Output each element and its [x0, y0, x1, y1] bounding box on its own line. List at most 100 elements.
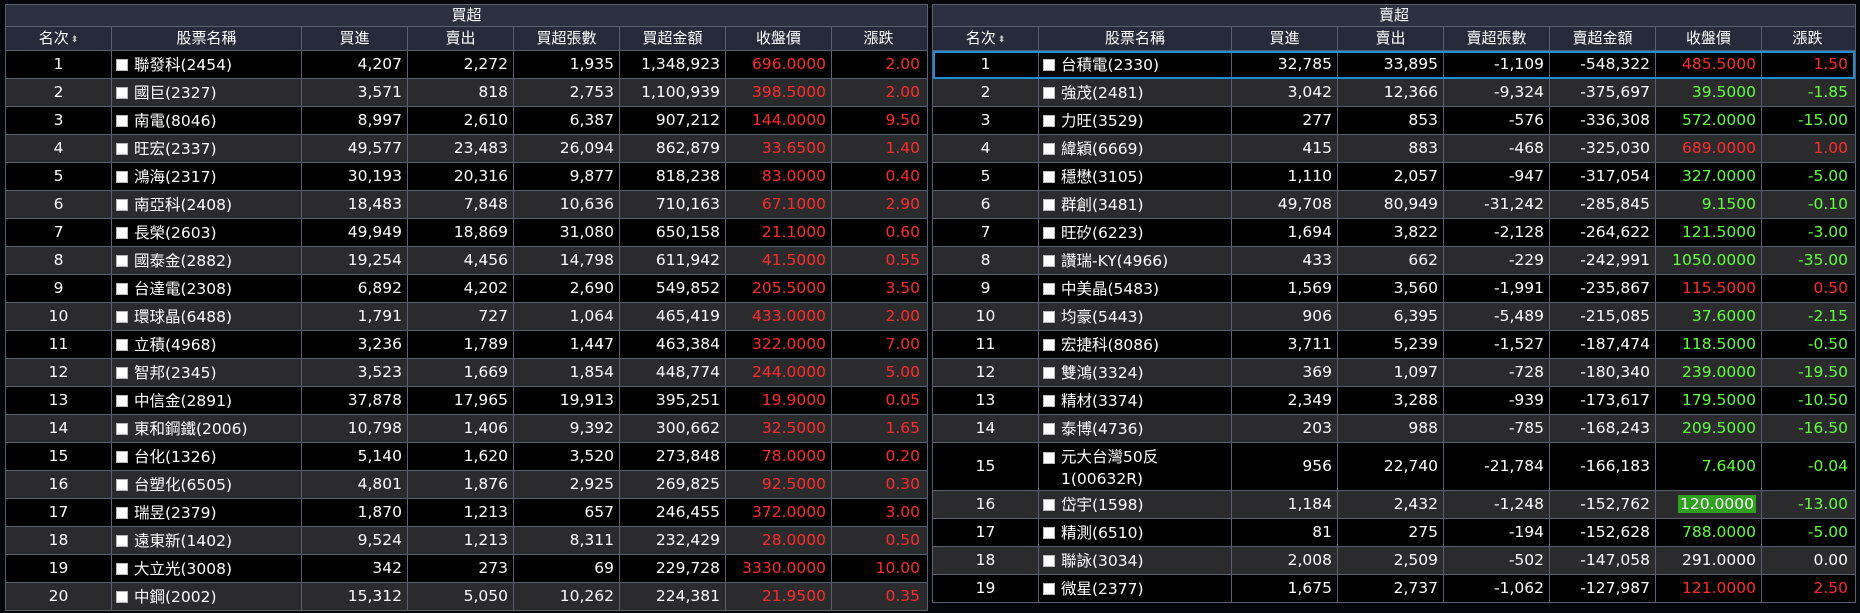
checkbox-icon[interactable]	[1043, 582, 1055, 595]
checkbox-icon[interactable]	[116, 114, 128, 127]
header-change[interactable]: 漲跌	[832, 27, 925, 50]
checkbox-icon[interactable]	[116, 282, 128, 295]
header-sell[interactable]: 賣出	[408, 27, 514, 50]
checkbox-icon[interactable]	[1043, 58, 1055, 71]
name-cell: 環球晶(6488)	[112, 303, 302, 330]
table-row[interactable]: 17 瑞昱(2379) 1,870 1,213 657 246,455 372.0000 3.…	[6, 499, 927, 527]
header-sell[interactable]: 賣出	[1338, 27, 1444, 50]
table-row[interactable]: 6 南亞科(2408) 18,483 7,848 10,636 710,163 67.100…	[6, 191, 927, 219]
table-row[interactable]: 15 台化(1326) 5,140 1,620 3,520 273,848 78.0000 0…	[6, 443, 927, 471]
table-row[interactable]: 12 雙鴻(3324) 369 1,097 -728 -180,340 239.0000 -1…	[933, 359, 1855, 387]
table-row[interactable]: 5 穩懋(3105) 1,110 2,057 -947 -317,054 327.0000 -…	[933, 163, 1855, 191]
table-row[interactable]: 19 大立光(3008) 342 273 69 229,728 3330.0000 10.00	[6, 555, 927, 583]
checkbox-icon[interactable]	[116, 394, 128, 407]
checkbox-icon[interactable]	[1043, 198, 1055, 211]
header-net-amount[interactable]: 買超金額	[620, 27, 726, 50]
table-row[interactable]: 11 立積(4968) 3,236 1,789 1,447 463,384 322.0000…	[6, 331, 927, 359]
table-row[interactable]: 11 宏捷科(8086) 3,711 5,239 -1,527 -187,474 118.5…	[933, 331, 1855, 359]
table-row[interactable]: 19 微星(2377) 1,675 2,737 -1,062 -127,987 121.00…	[933, 575, 1855, 603]
change-cell: 0.20	[832, 443, 925, 470]
checkbox-icon[interactable]	[116, 198, 128, 211]
table-row[interactable]: 7 長榮(2603) 49,949 18,869 31,080 650,158 21.100…	[6, 219, 927, 247]
table-row[interactable]: 20 中鋼(2002) 15,312 5,050 10,262 224,381 21.950…	[6, 583, 927, 611]
checkbox-icon[interactable]	[1043, 452, 1055, 464]
table-row[interactable]: 16 台塑化(6505) 4,801 1,876 2,925 269,825 92.5000…	[6, 471, 927, 499]
header-buy[interactable]: 買進	[1232, 27, 1338, 50]
table-row[interactable]: 4 旺宏(2337) 49,577 23,483 26,094 862,879 33.650…	[6, 135, 927, 163]
table-row[interactable]: 15 元大台灣50反1(00632R) 956 22,740 -21,784 -166,1…	[933, 443, 1855, 491]
table-row[interactable]: 17 精測(6510) 81 275 -194 -152,628 788.0000 -5.00	[933, 519, 1855, 547]
header-stock-name[interactable]: 股票名稱	[1039, 27, 1232, 50]
table-row[interactable]: 10 環球晶(6488) 1,791 727 1,064 465,419 433.0000 2…	[6, 303, 927, 331]
table-row[interactable]: 8 讚瑞-KY(4966) 433 662 -229 -242,991 1050.0000 -…	[933, 247, 1855, 275]
checkbox-icon[interactable]	[116, 58, 128, 71]
checkbox-icon[interactable]	[116, 450, 128, 463]
checkbox-icon[interactable]	[1043, 338, 1055, 351]
table-row[interactable]: 16 岱宇(1598) 1,184 2,432 -1,248 -152,762 120.00…	[933, 491, 1855, 519]
checkbox-icon[interactable]	[1043, 254, 1055, 267]
table-row[interactable]: 8 國泰金(2882) 19,254 4,456 14,798 611,942 41.500…	[6, 247, 927, 275]
table-row[interactable]: 14 泰博(4736) 203 988 -785 -168,243 209.5000 -16.…	[933, 415, 1855, 443]
header-buy[interactable]: 買進	[302, 27, 408, 50]
checkbox-icon[interactable]	[1043, 394, 1055, 407]
checkbox-icon[interactable]	[116, 142, 128, 155]
header-net-amount[interactable]: 賣超金額	[1550, 27, 1656, 50]
checkbox-icon[interactable]	[1043, 142, 1055, 155]
table-row[interactable]: 10 均豪(5443) 906 6,395 -5,489 -215,085 37.6000 -…	[933, 303, 1855, 331]
table-row[interactable]: 3 力旺(3529) 277 853 -576 -336,308 572.0000 -15.0…	[933, 107, 1855, 135]
checkbox-icon[interactable]	[116, 254, 128, 267]
header-rank[interactable]: 名次 ⬍	[933, 27, 1039, 50]
checkbox-icon[interactable]	[1043, 366, 1055, 379]
table-row[interactable]: 9 中美晶(5483) 1,569 3,560 -1,991 -235,867 115.50…	[933, 275, 1855, 303]
checkbox-icon[interactable]	[116, 562, 128, 575]
table-row[interactable]: 6 群創(3481) 49,708 80,949 -31,242 -285,845 9.15…	[933, 191, 1855, 219]
checkbox-icon[interactable]	[1043, 498, 1055, 511]
sort-icon[interactable]: ⬍	[998, 35, 1006, 45]
checkbox-icon[interactable]	[116, 422, 128, 435]
checkbox-icon[interactable]	[116, 310, 128, 323]
header-rank[interactable]: 名次 ⬍	[6, 27, 112, 50]
table-row[interactable]: 5 鴻海(2317) 30,193 20,316 9,877 818,238 83.0000…	[6, 163, 927, 191]
checkbox-icon[interactable]	[116, 506, 128, 519]
header-net-qty[interactable]: 買超張數	[514, 27, 620, 50]
checkbox-icon[interactable]	[116, 226, 128, 239]
table-row[interactable]: 13 中信金(2891) 37,878 17,965 19,913 395,251 19.9…	[6, 387, 927, 415]
checkbox-icon[interactable]	[116, 366, 128, 379]
table-row[interactable]: 1 聯發科(2454) 4,207 2,272 1,935 1,348,923 696.00…	[6, 51, 927, 79]
checkbox-icon[interactable]	[1043, 526, 1055, 539]
header-net-qty[interactable]: 賣超張數	[1444, 27, 1550, 50]
checkbox-icon[interactable]	[1043, 170, 1055, 183]
checkbox-icon[interactable]	[1043, 310, 1055, 323]
table-row[interactable]: 2 國巨(2327) 3,571 818 2,753 1,100,939 398.5000 2…	[6, 79, 927, 107]
table-row[interactable]: 4 緯穎(6669) 415 883 -468 -325,030 689.0000 1.00	[933, 135, 1855, 163]
checkbox-icon[interactable]	[1043, 86, 1055, 99]
table-row[interactable]: 2 強茂(2481) 3,042 12,366 -9,324 -375,697 39.500…	[933, 79, 1855, 107]
checkbox-icon[interactable]	[116, 478, 128, 491]
checkbox-icon[interactable]	[1043, 422, 1055, 435]
close-price-cell: 179.5000	[1656, 387, 1762, 414]
sort-icon[interactable]: ⬍	[71, 35, 79, 45]
header-stock-name[interactable]: 股票名稱	[112, 27, 302, 50]
header-close[interactable]: 收盤價	[1656, 27, 1762, 50]
table-row[interactable]: 1 台積電(2330) 32,785 33,895 -1,109 -548,322 485.…	[933, 51, 1855, 79]
checkbox-icon[interactable]	[116, 534, 128, 547]
table-row[interactable]: 3 南電(8046) 8,997 2,610 6,387 907,212 144.0000 9…	[6, 107, 927, 135]
checkbox-icon[interactable]	[1043, 114, 1055, 127]
checkbox-icon[interactable]	[1043, 554, 1055, 567]
table-row[interactable]: 18 聯詠(3034) 2,008 2,509 -502 -147,058 291.0000…	[933, 547, 1855, 575]
table-row[interactable]: 9 台達電(2308) 6,892 4,202 2,690 549,852 205.5000…	[6, 275, 927, 303]
sell-qty-cell: 2,272	[408, 51, 514, 78]
checkbox-icon[interactable]	[1043, 282, 1055, 295]
header-change[interactable]: 漲跌	[1762, 27, 1853, 50]
checkbox-icon[interactable]	[116, 590, 128, 603]
header-close[interactable]: 收盤價	[726, 27, 832, 50]
table-row[interactable]: 7 旺矽(6223) 1,694 3,822 -2,128 -264,622 121.500…	[933, 219, 1855, 247]
checkbox-icon[interactable]	[116, 338, 128, 351]
checkbox-icon[interactable]	[116, 170, 128, 183]
table-row[interactable]: 13 精材(3374) 2,349 3,288 -939 -173,617 179.5000…	[933, 387, 1855, 415]
checkbox-icon[interactable]	[116, 86, 128, 99]
table-row[interactable]: 14 東和鋼鐵(2006) 10,798 1,406 9,392 300,662 32.50…	[6, 415, 927, 443]
table-row[interactable]: 12 智邦(2345) 3,523 1,669 1,854 448,774 244.0000…	[6, 359, 927, 387]
checkbox-icon[interactable]	[1043, 226, 1055, 239]
table-row[interactable]: 18 遠東新(1402) 9,524 1,213 8,311 232,429 28.0000…	[6, 527, 927, 555]
